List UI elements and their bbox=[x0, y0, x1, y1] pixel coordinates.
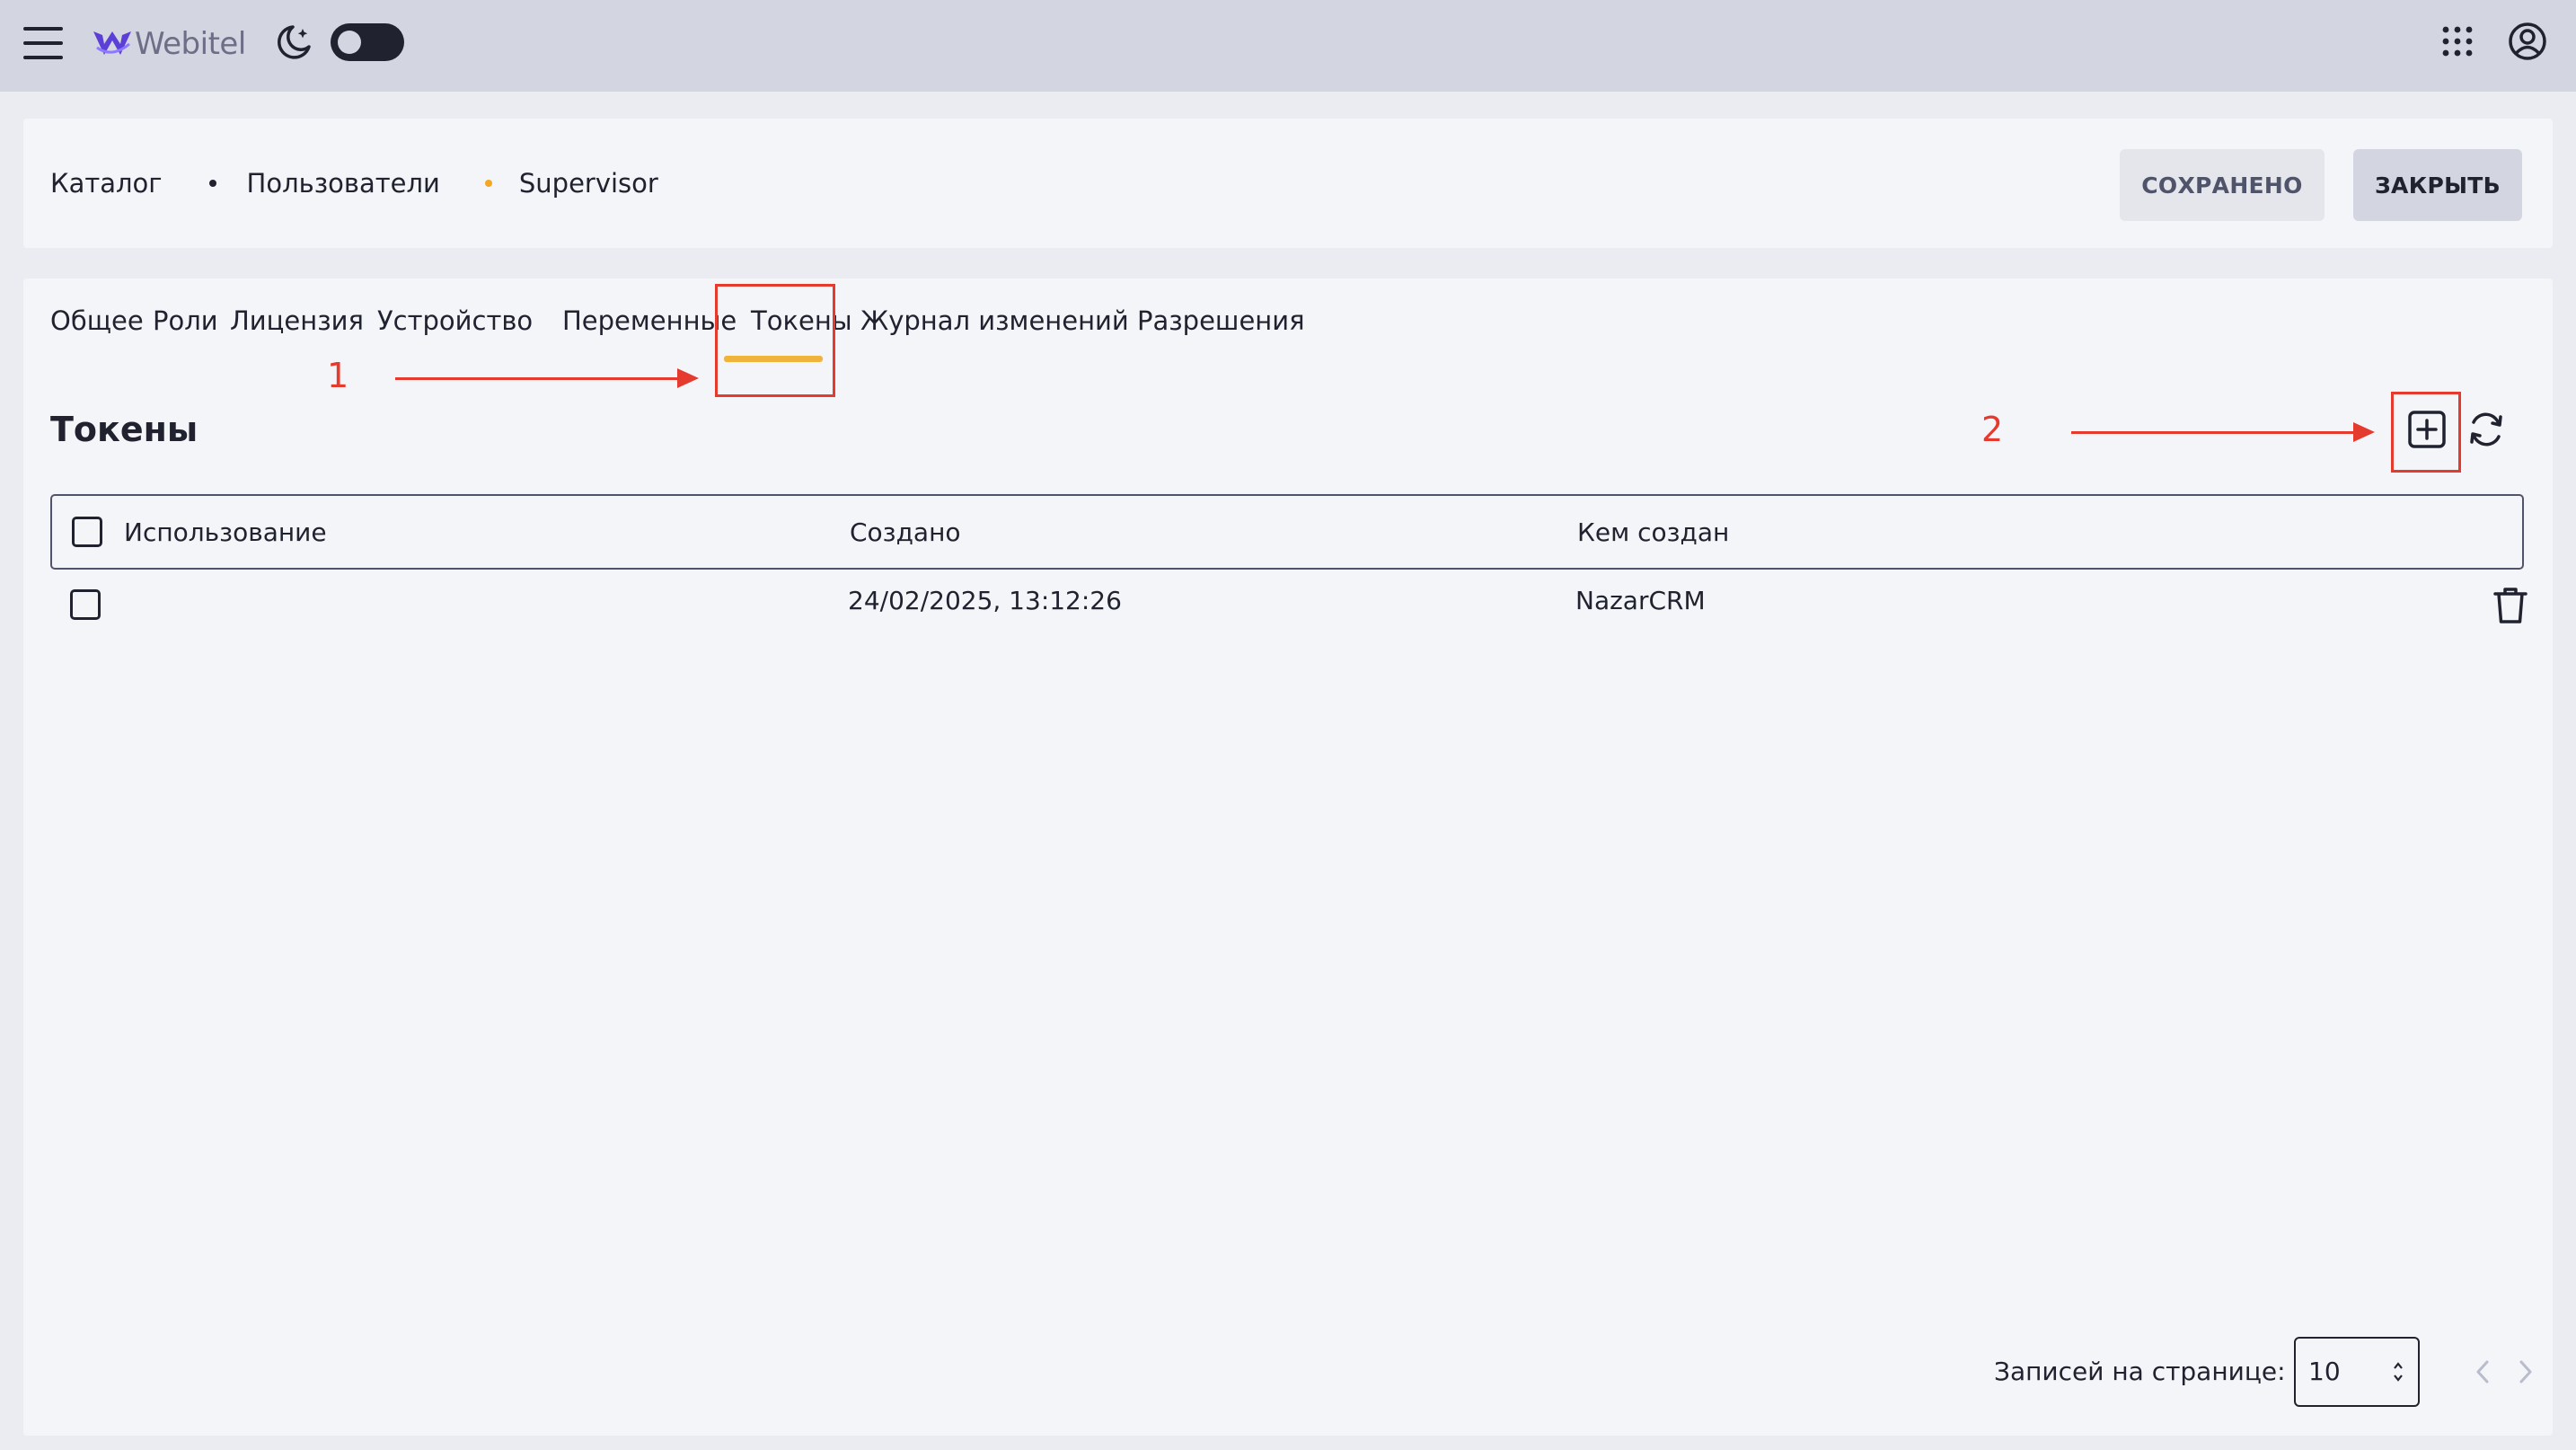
tokens-table: Использование Создано Кем создан 24/02/2… bbox=[50, 494, 2527, 643]
table-header: Использование Создано Кем создан bbox=[50, 494, 2524, 570]
annotation-arrow-1 bbox=[395, 377, 677, 380]
annotation-number-2: 2 bbox=[1981, 410, 2004, 449]
rows-per-page-label: Записей на странице: bbox=[1994, 1357, 2286, 1386]
cell-created: 24/02/2025, 13:12:26 bbox=[848, 586, 1122, 615]
annotation-arrow-2 bbox=[2071, 431, 2353, 434]
header-card: Каталог Пользователи Supervisor СОХРАНЕН… bbox=[23, 119, 2553, 248]
close-button[interactable]: ЗАКРЫТЬ bbox=[2353, 149, 2522, 221]
theme-toggle[interactable] bbox=[331, 23, 404, 61]
annotation-arrowhead-1 bbox=[677, 368, 699, 388]
menu-icon[interactable] bbox=[23, 27, 63, 59]
tab-roles[interactable]: Роли bbox=[153, 305, 218, 336]
logo-text: Webitel bbox=[135, 26, 246, 62]
webitel-logo-mark bbox=[93, 31, 131, 55]
column-created[interactable]: Создано bbox=[850, 517, 961, 547]
tab-variables[interactable]: Переменные bbox=[562, 305, 737, 336]
top-bar: Webitel bbox=[0, 0, 2576, 92]
refresh-icon[interactable] bbox=[2465, 408, 2508, 451]
table-row: 24/02/2025, 13:12:26 NazarCRM bbox=[50, 570, 2527, 643]
column-usage[interactable]: Использование bbox=[124, 517, 327, 547]
saved-button[interactable]: СОХРАНЕНО bbox=[2120, 149, 2325, 221]
annotation-box-add-button bbox=[2391, 392, 2461, 473]
breadcrumb: Каталог Пользователи Supervisor bbox=[50, 119, 658, 248]
trash-icon[interactable] bbox=[2492, 586, 2529, 625]
column-created-by[interactable]: Кем создан bbox=[1577, 517, 1729, 547]
section-title: Токены bbox=[50, 410, 198, 449]
rows-per-page-select[interactable]: 10 bbox=[2294, 1337, 2420, 1407]
rows-per-page-value: 10 bbox=[2308, 1357, 2341, 1386]
chevron-right-icon[interactable] bbox=[2511, 1357, 2538, 1387]
breadcrumb-separator bbox=[208, 180, 216, 187]
chevron-left-icon[interactable] bbox=[2470, 1357, 2497, 1387]
apps-grid-icon[interactable] bbox=[2441, 25, 2474, 57]
tab-general[interactable]: Общее bbox=[50, 305, 144, 336]
breadcrumb-item-users[interactable]: Пользователи bbox=[247, 168, 440, 199]
row-checkbox[interactable] bbox=[70, 589, 101, 620]
annotation-arrowhead-2 bbox=[2353, 422, 2375, 442]
stepper-arrows-icon bbox=[2394, 1362, 2403, 1382]
annotation-number-1: 1 bbox=[327, 356, 349, 395]
annotation-box-tokens-tab bbox=[715, 284, 835, 397]
select-all-checkbox[interactable] bbox=[72, 517, 102, 547]
tab-changelog[interactable]: Журнал изменений bbox=[860, 305, 1129, 336]
main-card: Общее Роли Лицензия Устройство Переменны… bbox=[23, 279, 2553, 1436]
cell-created-by: NazarCRM bbox=[1575, 586, 1706, 615]
tab-device[interactable]: Устройство bbox=[377, 305, 533, 336]
tab-permissions[interactable]: Разрешения bbox=[1137, 305, 1305, 336]
moon-icon[interactable] bbox=[273, 22, 314, 63]
breadcrumb-separator-active bbox=[484, 180, 492, 187]
tab-license[interactable]: Лицензия bbox=[230, 305, 364, 336]
breadcrumb-item-catalog[interactable]: Каталог bbox=[50, 168, 163, 199]
breadcrumb-item-current: Supervisor bbox=[518, 168, 658, 199]
user-icon[interactable] bbox=[2508, 22, 2547, 61]
webitel-logo[interactable]: Webitel bbox=[92, 22, 246, 66]
